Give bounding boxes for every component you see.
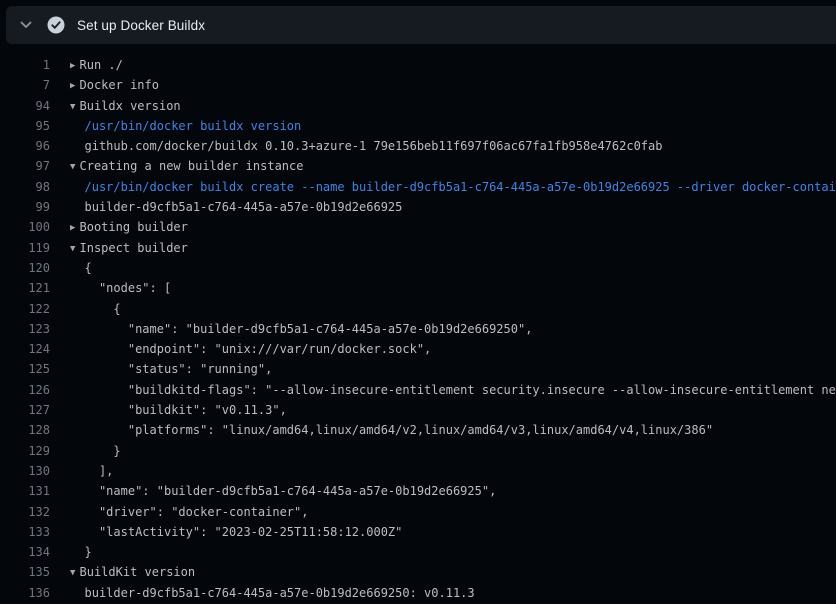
- line-number[interactable]: 119: [0, 238, 50, 258]
- output-text: "lastActivity": "2023-02-25T11:58:12.000…: [70, 525, 402, 539]
- step-title: Set up Docker Buildx: [77, 18, 205, 33]
- log-lines: 1▶Run ./7▶Docker info94▼Buildx version95…: [0, 55, 836, 603]
- output-text: builder-d9cfb5a1-c764-445a-a57e-0b19d2e6…: [70, 586, 475, 600]
- output-text: ],: [70, 464, 113, 478]
- line-number[interactable]: 97: [0, 156, 50, 176]
- output-text: "driver": "docker-container",: [70, 505, 308, 519]
- group-collapsed-icon[interactable]: ▶: [70, 76, 80, 95]
- line-number[interactable]: 7: [0, 75, 50, 95]
- group-title[interactable]: Docker info: [80, 78, 159, 92]
- output-text: }: [70, 444, 121, 458]
- line-number[interactable]: 123: [0, 319, 50, 339]
- line-number[interactable]: 98: [0, 177, 50, 197]
- group-title[interactable]: BuildKit version: [80, 565, 196, 579]
- log-line[interactable]: 94 ▼Buildx version: [0, 96, 836, 116]
- line-number[interactable]: 124: [0, 339, 50, 359]
- log-line: 121 "nodes": [: [0, 278, 836, 298]
- output-text: }: [70, 545, 92, 559]
- log-line: 125 "status": "running",: [0, 359, 836, 379]
- group-expanded-icon[interactable]: ▼: [70, 239, 80, 258]
- line-number[interactable]: 99: [0, 197, 50, 217]
- output-text: "endpoint": "unix:///var/run/docker.sock…: [70, 342, 431, 356]
- output-text: {: [70, 261, 92, 275]
- log-line[interactable]: 1 ▶Run ./: [0, 55, 836, 75]
- line-number[interactable]: 132: [0, 502, 50, 522]
- log-line: 129 }: [0, 441, 836, 461]
- output-text: "buildkit": "v0.11.3",: [70, 403, 287, 417]
- command-text: /usr/bin/docker buildx create --name bui…: [70, 180, 836, 194]
- log-line: 123 "name": "builder-d9cfb5a1-c764-445a-…: [0, 319, 836, 339]
- output-text: "platforms": "linux/amd64,linux/amd64/v2…: [70, 423, 713, 437]
- line-number[interactable]: 129: [0, 441, 50, 461]
- line-number[interactable]: 94: [0, 96, 50, 116]
- line-number[interactable]: 96: [0, 136, 50, 156]
- line-number[interactable]: 134: [0, 542, 50, 562]
- line-number[interactable]: 130: [0, 461, 50, 481]
- line-number[interactable]: 95: [0, 116, 50, 136]
- group-collapsed-icon[interactable]: ▶: [70, 56, 80, 75]
- output-text: "name": "builder-d9cfb5a1-c764-445a-a57e…: [70, 322, 532, 336]
- log-line: 128 "platforms": "linux/amd64,linux/amd6…: [0, 420, 836, 440]
- line-number[interactable]: 121: [0, 278, 50, 298]
- group-title[interactable]: Run ./: [80, 58, 123, 72]
- line-number[interactable]: 1: [0, 55, 50, 75]
- line-number[interactable]: 135: [0, 562, 50, 582]
- line-number[interactable]: 122: [0, 299, 50, 319]
- group-expanded-icon[interactable]: ▼: [70, 97, 80, 116]
- log-line: 130 ],: [0, 461, 836, 481]
- group-collapsed-icon[interactable]: ▶: [70, 218, 80, 237]
- log-line[interactable]: 7 ▶Docker info: [0, 75, 836, 95]
- log-line: 127 "buildkit": "v0.11.3",: [0, 400, 836, 420]
- output-text: github.com/docker/buildx 0.10.3+azure-1 …: [70, 139, 662, 153]
- output-text: "buildkitd-flags": "--allow-insecure-ent…: [70, 383, 836, 397]
- output-text: "status": "running",: [70, 362, 272, 376]
- group-title[interactable]: Booting builder: [80, 220, 188, 234]
- line-number[interactable]: 131: [0, 481, 50, 501]
- log-line: 122 {: [0, 299, 836, 319]
- log-line: 99 builder-d9cfb5a1-c764-445a-a57e-0b19d2…: [0, 197, 836, 217]
- line-number[interactable]: 120: [0, 258, 50, 278]
- log-line[interactable]: 119 ▼Inspect builder: [0, 238, 836, 258]
- line-number[interactable]: 127: [0, 400, 50, 420]
- command-text: /usr/bin/docker buildx version: [70, 119, 301, 133]
- log-line: 131 "name": "builder-d9cfb5a1-c764-445a-…: [0, 481, 836, 501]
- log-line: 132 "driver": "docker-container",: [0, 502, 836, 522]
- line-number[interactable]: 136: [0, 583, 50, 603]
- output-text: "name": "builder-d9cfb5a1-c764-445a-a57e…: [70, 484, 496, 498]
- group-title[interactable]: Buildx version: [80, 99, 181, 113]
- log-line: 133 "lastActivity": "2023-02-25T11:58:12…: [0, 522, 836, 542]
- group-title[interactable]: Creating a new builder instance: [80, 159, 304, 173]
- line-number[interactable]: 126: [0, 380, 50, 400]
- log-line: 124 "endpoint": "unix:///var/run/docker.…: [0, 339, 836, 359]
- log-line: 96 github.com/docker/buildx 0.10.3+azure-…: [0, 136, 836, 156]
- log-line[interactable]: 97 ▼Creating a new builder instance: [0, 156, 836, 176]
- log-line: 134}: [0, 542, 836, 562]
- log-viewer[interactable]: 1▶Run ./7▶Docker info94▼Buildx version95…: [0, 44, 836, 604]
- log-line[interactable]: 100 ▶Booting builder: [0, 217, 836, 237]
- line-number[interactable]: 125: [0, 359, 50, 379]
- group-expanded-icon[interactable]: ▼: [70, 563, 80, 582]
- line-number[interactable]: 133: [0, 522, 50, 542]
- log-line: 95/usr/bin/docker buildx version: [0, 116, 836, 136]
- output-text: builder-d9cfb5a1-c764-445a-a57e-0b19d2e6…: [70, 200, 402, 214]
- line-number[interactable]: 128: [0, 420, 50, 440]
- log-line: 136 builder-d9cfb5a1-c764-445a-a57e-0b19d…: [0, 583, 836, 603]
- output-text: {: [70, 302, 121, 316]
- log-line: 120 {: [0, 258, 836, 278]
- group-expanded-icon[interactable]: ▼: [70, 157, 80, 176]
- log-line: 98/usr/bin/docker buildx create --name b…: [0, 177, 836, 197]
- log-line[interactable]: 135 ▼BuildKit version: [0, 562, 836, 582]
- output-text: "nodes": [: [70, 281, 171, 295]
- line-number[interactable]: 100: [0, 217, 50, 237]
- check-circle-icon: [47, 16, 65, 34]
- chevron-down-icon[interactable]: [18, 17, 34, 33]
- group-title[interactable]: Inspect builder: [80, 241, 188, 255]
- step-header[interactable]: Set up Docker Buildx: [6, 6, 836, 44]
- log-line: 126 "buildkitd-flags": "--allow-insecure…: [0, 380, 836, 400]
